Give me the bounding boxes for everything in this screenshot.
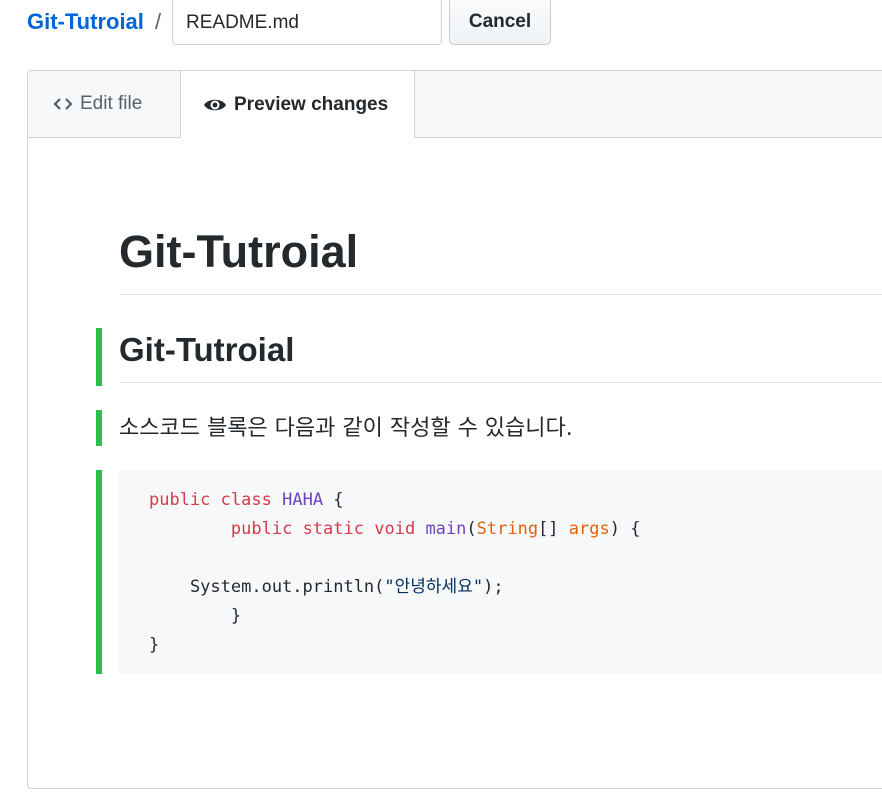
code-icon	[53, 96, 73, 112]
code-block: public class HAHA { public static void m…	[119, 470, 882, 674]
path-separator: /	[155, 9, 162, 34]
tab-edit-file[interactable]: Edit file	[28, 71, 180, 137]
tab-edit-label: Edit file	[80, 93, 143, 114]
preview-heading-1: Git-Tutroial	[119, 224, 882, 295]
code-line: public static void main(String[] args) {	[230, 519, 641, 539]
filename-input[interactable]	[172, 0, 442, 45]
repo-name-link[interactable]: Git-Tutroial	[27, 7, 144, 37]
code-line: }	[149, 606, 242, 626]
diff-added-marker	[96, 470, 102, 674]
file-editor: Edit file Preview changes Git-Tutroial G…	[27, 70, 882, 789]
preview-paragraph: 소스코드 블록은 다음과 같이 작성할 수 있습니다.	[119, 416, 573, 441]
tab-preview-label: Preview changes	[234, 93, 389, 115]
tab-preview-changes[interactable]: Preview changes	[180, 71, 415, 138]
diff-added-marker	[96, 410, 102, 446]
code-content: public class HAHA { public static void m…	[149, 486, 882, 660]
editor-tabbar: Edit file Preview changes	[28, 71, 882, 138]
preview-heading-2: Git-Tutroial	[119, 329, 882, 383]
code-line: public class HAHA {	[149, 490, 344, 510]
code-line: }	[149, 635, 160, 655]
diff-added-marker	[96, 328, 102, 386]
eye-icon	[203, 97, 227, 113]
markdown-preview: Git-Tutroial Git-Tutroial 소스코드 블록은 다음과 같…	[28, 138, 882, 788]
cancel-button[interactable]: Cancel	[449, 0, 551, 45]
code-line: System.out.println("안녕하세요");	[149, 577, 504, 597]
